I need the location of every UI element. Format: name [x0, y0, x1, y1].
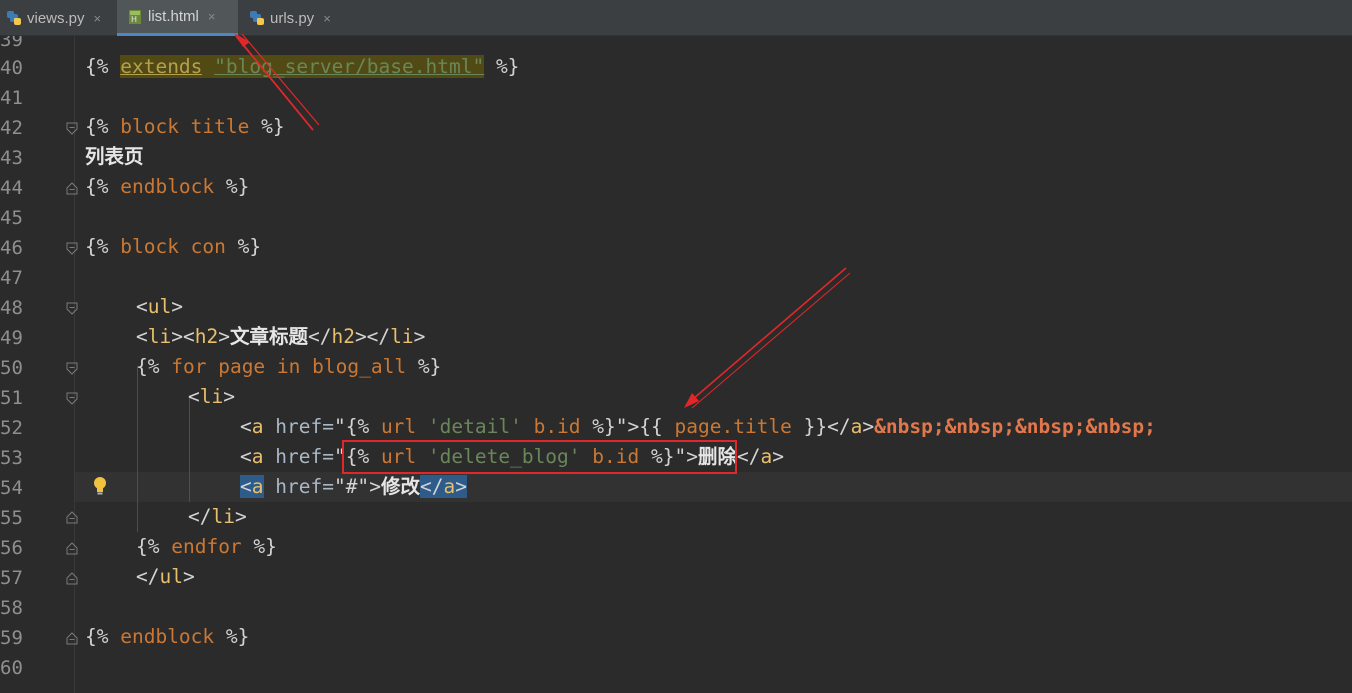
- code-editor[interactable]: 39 40 41 42 43 44 45 46 47 48 49 50 51 5…: [0, 36, 1352, 693]
- line-number-gutter: 39 40 41 42 43 44 45 46 47 48 49 50 51 5…: [0, 36, 75, 693]
- fold-open-icon[interactable]: [66, 302, 78, 316]
- fold-open-icon[interactable]: [66, 362, 78, 376]
- code-line-49: <li><h2>文章标题</h2></li>: [136, 325, 426, 348]
- line-number: 50: [0, 357, 23, 379]
- line-number: 40: [0, 57, 23, 79]
- close-icon[interactable]: ×: [323, 11, 331, 26]
- indent-guide: [137, 366, 138, 532]
- line-number: 52: [0, 417, 23, 439]
- fold-close-icon[interactable]: [66, 541, 78, 555]
- code-line-40: {% extends "blog_server/base.html" %}: [85, 55, 520, 78]
- annotation-highlight-box: [342, 440, 737, 474]
- code-line-56: {% endfor %}: [136, 535, 277, 558]
- tab-list-html[interactable]: H list.html ×: [117, 0, 238, 36]
- line-number: 47: [0, 267, 23, 289]
- code-line-57: </ul>: [136, 565, 195, 588]
- editor-tab-bar: views.py × H list.html × urls.py ×: [0, 0, 1352, 36]
- code-line-54: <a href="#">修改</a>: [240, 475, 467, 498]
- tab-label: list.html: [148, 8, 199, 25]
- tab-views-py[interactable]: views.py ×: [0, 0, 116, 36]
- line-number: 45: [0, 207, 23, 229]
- fold-close-icon[interactable]: [66, 181, 78, 195]
- line-number: 48: [0, 297, 23, 319]
- fold-open-icon[interactable]: [66, 242, 78, 256]
- code-line-55: </li>: [188, 505, 247, 528]
- code-line-44: {% endblock %}: [85, 175, 250, 198]
- html-file-icon: H: [129, 9, 141, 24]
- line-number: 41: [0, 87, 23, 109]
- line-number: 42: [0, 117, 23, 139]
- code-line-48: <ul>: [136, 295, 183, 318]
- line-number: 60: [0, 657, 23, 679]
- line-number: 58: [0, 597, 23, 619]
- fold-close-icon[interactable]: [66, 571, 78, 585]
- python-file-icon: [7, 11, 21, 25]
- fold-close-icon[interactable]: [66, 631, 78, 645]
- fold-open-icon[interactable]: [66, 122, 78, 136]
- code-line-43: 列表页: [85, 145, 144, 168]
- line-number: 55: [0, 507, 23, 529]
- line-number: 44: [0, 177, 23, 199]
- fold-open-icon[interactable]: [66, 392, 78, 406]
- line-number: 46: [0, 237, 23, 259]
- line-number: 43: [0, 147, 23, 169]
- code-line-50: {% for page in blog_all %}: [136, 355, 442, 378]
- tab-label: views.py: [27, 9, 85, 27]
- extends-path: "blog_server/base.html": [214, 55, 485, 78]
- line-number: 54: [0, 477, 23, 499]
- indent-guide: [189, 397, 190, 502]
- svg-text:H: H: [131, 15, 137, 24]
- close-icon[interactable]: ×: [94, 11, 102, 26]
- code-line-59: {% endblock %}: [85, 625, 250, 648]
- line-number: 49: [0, 327, 23, 349]
- lightbulb-icon[interactable]: [92, 476, 108, 496]
- code-line-42: {% block title %}: [85, 115, 285, 138]
- line-number: 56: [0, 537, 23, 559]
- fold-close-icon[interactable]: [66, 510, 78, 524]
- extends-keyword: extends: [120, 55, 203, 78]
- tab-label: urls.py: [270, 9, 315, 27]
- code-line-46: {% block con %}: [85, 235, 262, 258]
- line-number: 59: [0, 627, 23, 649]
- code-line-52: <a href="{% url 'detail' b.id %}">{{ pag…: [240, 415, 1156, 438]
- tab-urls-py[interactable]: urls.py ×: [240, 0, 345, 36]
- python-file-icon: [250, 11, 264, 25]
- code-line-51: <li>: [188, 385, 235, 408]
- line-number: 51: [0, 387, 23, 409]
- line-number: 57: [0, 567, 23, 589]
- line-number: 53: [0, 447, 23, 469]
- close-icon[interactable]: ×: [208, 9, 216, 24]
